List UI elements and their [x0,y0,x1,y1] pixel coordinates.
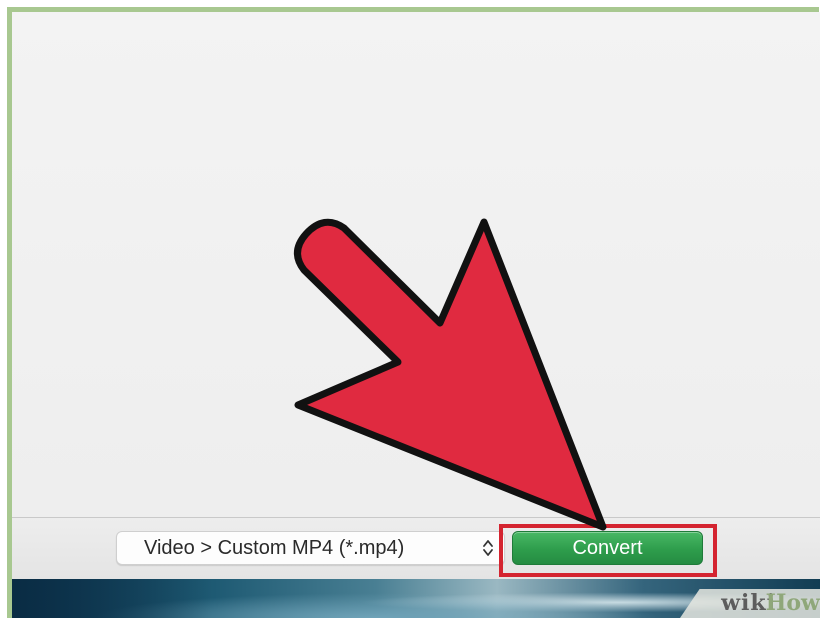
annotation-layer [294,218,607,531]
red-pointer-arrow-icon [294,218,607,531]
